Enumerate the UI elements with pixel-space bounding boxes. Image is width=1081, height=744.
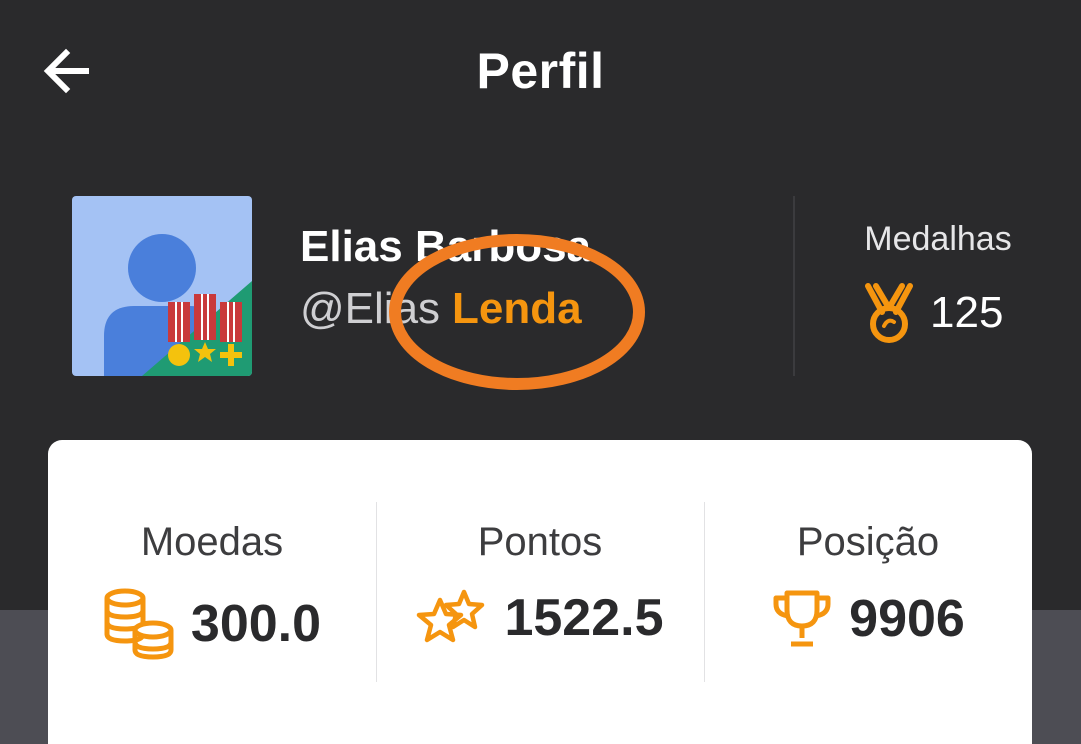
user-name: Elias Barbosa <box>300 222 592 271</box>
profile-screen: Perfil Elias Barbosa @Elias Lenda Medalh… <box>0 0 1081 744</box>
stat-position[interactable]: Posição 9906 <box>704 440 1032 744</box>
stat-coins[interactable]: Moedas 300.0 <box>48 440 376 744</box>
stat-coins-value: 300.0 <box>190 595 322 653</box>
medals-count: 125 <box>930 288 1004 337</box>
stars-icon <box>417 589 485 643</box>
medals-label: Medalhas <box>864 220 1012 258</box>
user-handle: @Elias <box>300 284 441 333</box>
avatar[interactable] <box>72 196 252 376</box>
stat-position-label: Posição <box>796 520 940 564</box>
avatar-image <box>72 196 252 376</box>
stat-points-label: Pontos <box>477 520 603 564</box>
stat-points[interactable]: Pontos 1522.5 <box>376 440 704 744</box>
coins-icon <box>104 588 174 660</box>
stat-coins-label: Moedas <box>140 520 284 564</box>
stat-points-value: 1522.5 <box>504 589 664 647</box>
user-handle-line: @Elias Lenda <box>300 284 582 334</box>
user-rank-badge: Lenda <box>452 284 582 333</box>
medals-counter[interactable]: 125 <box>862 282 1003 344</box>
medal-icon <box>865 283 913 343</box>
page-title: Perfil <box>476 43 605 99</box>
trophy-icon <box>773 590 831 647</box>
stats-card: Moedas 300.0 Pontos 1522.5 Posição 9906 <box>48 440 1032 744</box>
stat-position-value: 9906 <box>849 590 965 648</box>
